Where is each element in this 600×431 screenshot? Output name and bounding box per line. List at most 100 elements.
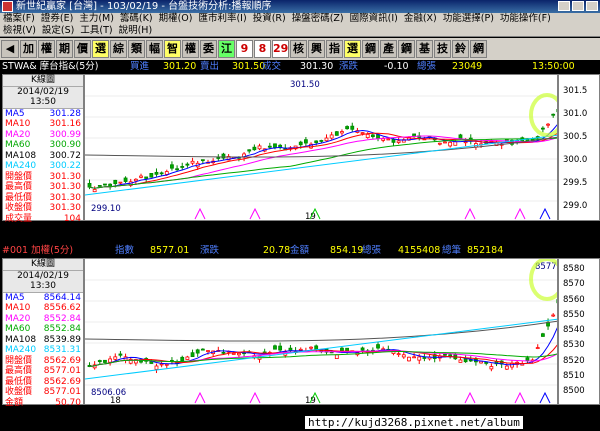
minimize-button[interactable] bbox=[558, 1, 570, 11]
menu-item-4[interactable]: 期權(O) bbox=[156, 13, 196, 25]
menu2-item-2[interactable]: 工具(T) bbox=[77, 25, 115, 36]
toolbar-button-22[interactable]: 基 bbox=[416, 40, 433, 58]
candle-body bbox=[386, 138, 391, 141]
toolbar-button-3[interactable]: 價 bbox=[74, 40, 91, 58]
menu2-item-1[interactable]: 設定(S) bbox=[39, 25, 77, 36]
candle-body bbox=[97, 185, 102, 187]
legend-row: MA5 301.28 bbox=[3, 109, 83, 120]
toolbar-button-21[interactable]: 鋼 bbox=[398, 40, 415, 58]
toolbar-button-12[interactable]: 9 bbox=[236, 40, 253, 58]
toolbar-button-19[interactable]: 鋼 bbox=[362, 40, 379, 58]
toolbar-button-24[interactable]: 鈴 bbox=[452, 40, 469, 58]
candle-body bbox=[365, 133, 370, 139]
signal-triangle bbox=[514, 391, 526, 404]
toolbar-button-2[interactable]: 期 bbox=[56, 40, 73, 58]
toolbar-button-25[interactable]: 網 bbox=[470, 40, 487, 58]
toolbar-button-15[interactable]: 核 bbox=[290, 40, 307, 58]
menu-item-2[interactable]: 主力(M) bbox=[76, 13, 117, 25]
signal-triangle bbox=[514, 207, 526, 220]
bottom-info-bar: #001 加權(5分) 指數 8577.01 漲跌 20.78 金額 854.1… bbox=[0, 245, 600, 257]
legend-row: 最高價 8577.01 bbox=[3, 366, 83, 377]
signal-triangle bbox=[464, 391, 476, 404]
top-legend-header: K線圖 bbox=[3, 75, 83, 87]
candle-body bbox=[314, 345, 319, 350]
toolbar-button-14[interactable]: 29 bbox=[272, 40, 289, 58]
candle-body bbox=[103, 359, 107, 363]
bottom-symbol: #001 加權(5分) bbox=[2, 245, 74, 256]
legend-key: 開盤價 bbox=[5, 171, 33, 182]
candle-body bbox=[200, 159, 205, 162]
candle-body bbox=[489, 366, 494, 370]
candle-body bbox=[360, 132, 365, 134]
legend-key: 成交量 bbox=[5, 213, 33, 224]
toolbar-button-4[interactable]: 選 bbox=[92, 40, 109, 58]
menu-item-3[interactable]: 籌碼(K) bbox=[117, 13, 156, 25]
toolbar-button-6[interactable]: 類 bbox=[128, 40, 145, 58]
toolbar-button-13[interactable]: 8 bbox=[254, 40, 271, 58]
menu-item-7[interactable]: 操盤密碼(Z) bbox=[289, 13, 347, 25]
candle-body bbox=[551, 314, 556, 317]
menu-item-5[interactable]: 匯市利率(I) bbox=[195, 13, 249, 25]
bottom-legend: K線圖 2014/02/19 13:30 MA5 8564.14 MA10 8556.… bbox=[2, 258, 84, 408]
candle-body bbox=[334, 131, 339, 136]
toolbar-button-18[interactable]: 選 bbox=[344, 40, 361, 58]
toolbar-button-20[interactable]: 產 bbox=[380, 40, 397, 58]
top-chg: -0.10 bbox=[384, 61, 409, 72]
candle-body bbox=[551, 113, 556, 116]
y-tick-label: 299.5 bbox=[563, 178, 588, 188]
top-symbol: STWA& 摩台指&(5分) bbox=[2, 61, 99, 72]
legend-key: 最高價 bbox=[5, 366, 33, 376]
menu2-item-0[interactable]: 檢視(V) bbox=[0, 25, 39, 36]
toolbar-button-9[interactable]: 權 bbox=[182, 40, 199, 58]
toolbar-button-16[interactable]: 興 bbox=[308, 40, 325, 58]
menu-item-8[interactable]: 國際資訊(I) bbox=[347, 13, 401, 25]
window-title: 新世紀贏家 [台灣] - 103/02/19 - 台盤技術分析:播報順序 bbox=[16, 1, 272, 12]
toolbar-button-5[interactable]: 綜 bbox=[110, 40, 127, 58]
toolbar-button-1[interactable]: 權 bbox=[38, 40, 55, 58]
menu-item-11[interactable]: 功能操作(F) bbox=[497, 13, 554, 25]
y-tick-label: 8530 bbox=[563, 340, 585, 351]
menu-item-1[interactable]: 證券(E) bbox=[38, 13, 76, 25]
legend-row: MA20 8552.84 bbox=[3, 314, 83, 325]
menu-item-0[interactable]: 檔案(F) bbox=[0, 13, 38, 25]
candle-body bbox=[113, 356, 118, 360]
toolbar-button-8[interactable]: 智 bbox=[164, 40, 181, 58]
toolbar-button-7[interactable]: 幅 bbox=[146, 40, 163, 58]
legend-row: 收盤價 8577.01 bbox=[3, 387, 83, 398]
candle-body bbox=[87, 182, 92, 188]
menu2-item-3[interactable]: 說明(H) bbox=[116, 25, 156, 36]
candle-body bbox=[329, 134, 334, 139]
menu-item-9[interactable]: 金融(X) bbox=[401, 13, 440, 25]
back-icon[interactable]: ◀ bbox=[1, 40, 19, 58]
candle-body bbox=[443, 353, 447, 356]
toolbar-button-17[interactable]: 指 bbox=[326, 40, 343, 58]
toolbar-button-23[interactable]: 技 bbox=[434, 40, 451, 58]
candle-body bbox=[118, 353, 123, 356]
ma108-line bbox=[85, 320, 557, 342]
legend-value: 300.72 bbox=[49, 150, 82, 161]
y-tick-label: 8580 bbox=[563, 264, 585, 274]
candle-body bbox=[252, 146, 257, 151]
legend-value: 301.30 bbox=[49, 203, 82, 213]
legend-row: 最高價 301.30 bbox=[3, 182, 83, 193]
candle-body bbox=[463, 141, 468, 144]
candle-body bbox=[144, 176, 149, 179]
candle-body bbox=[267, 145, 272, 148]
candle-body bbox=[319, 140, 324, 142]
toolbar-button-11[interactable]: 江 bbox=[218, 40, 235, 58]
legend-value: 8564.14 bbox=[43, 292, 81, 303]
bottom-price-chart[interactable]: 8506.068577.011819 bbox=[84, 258, 558, 405]
toolbar-button-10[interactable]: 委 bbox=[200, 40, 217, 58]
candle-body bbox=[350, 125, 355, 130]
candle-body bbox=[123, 177, 128, 182]
top-price-chart[interactable]: 299.10 301.50 19 bbox=[84, 74, 558, 221]
close-button[interactable] bbox=[586, 1, 598, 11]
candle-body bbox=[525, 357, 530, 361]
menu-item-6[interactable]: 投資(R) bbox=[250, 13, 289, 25]
legend-key: MA20 bbox=[5, 313, 31, 324]
maximize-button[interactable] bbox=[572, 1, 584, 11]
menu-item-10[interactable]: 功能選擇(P) bbox=[440, 13, 497, 25]
legend-row: 開盤價 301.30 bbox=[3, 172, 83, 183]
toolbar-button-0[interactable]: 加 bbox=[20, 40, 37, 58]
legend-value: 8562.69 bbox=[43, 376, 81, 387]
